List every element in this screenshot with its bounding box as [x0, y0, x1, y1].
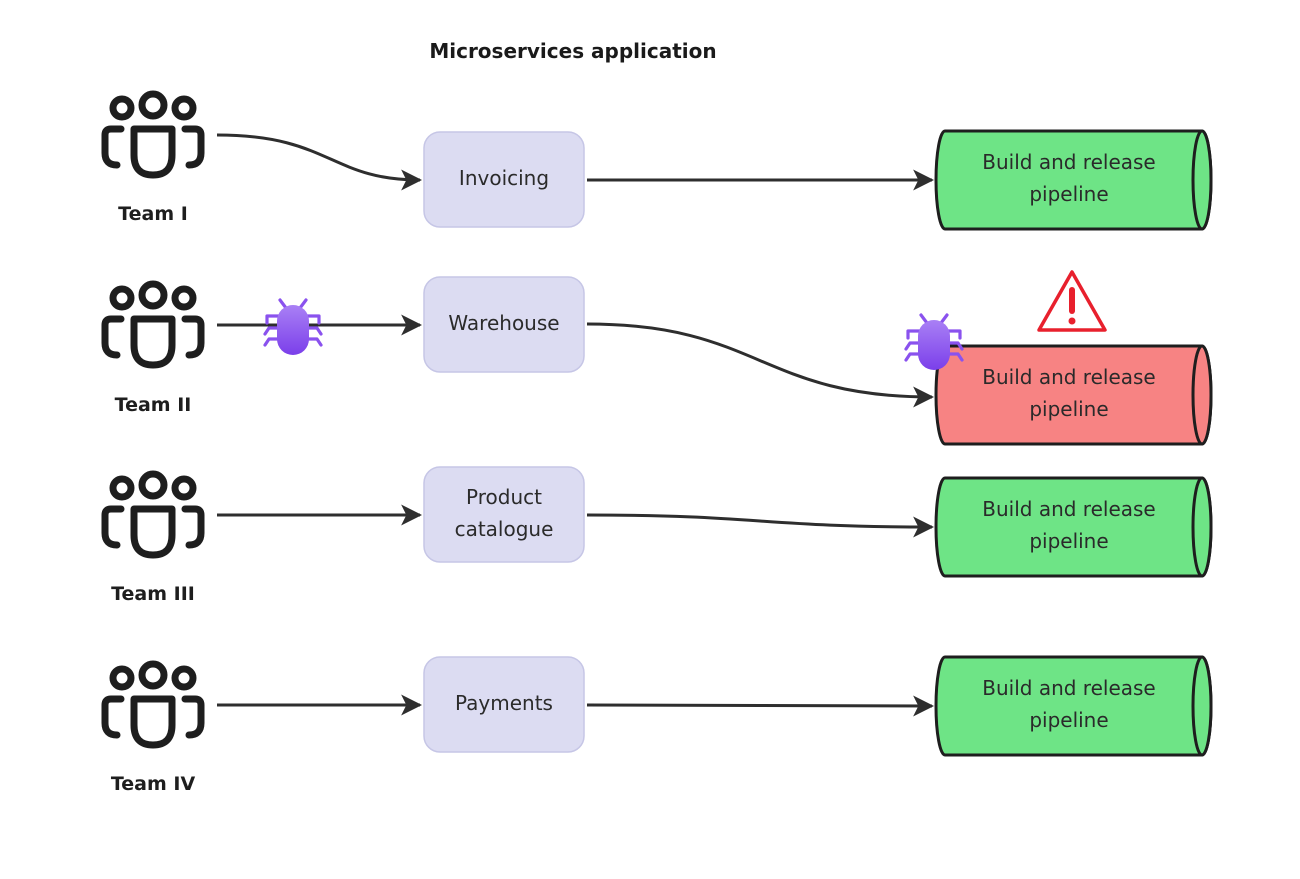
team-body-center: [130, 695, 176, 749]
team-body-center: [130, 315, 176, 369]
pipeline-label-line: pipeline: [1029, 182, 1108, 206]
team-body-center: [130, 125, 176, 179]
service-to-pipeline-connector[interactable]: [586, 695, 935, 717]
team-body-left: [101, 125, 125, 169]
pipeline-label-line: Build and release: [982, 365, 1155, 389]
service-label-line: Payments: [455, 691, 553, 715]
pipeline-cylinder-end: [1191, 344, 1213, 446]
service-label: Payments: [455, 691, 553, 715]
team-body-left: [101, 315, 125, 359]
service-node[interactable]: Product catalogue: [423, 466, 585, 563]
service-node[interactable]: Payments: [423, 656, 585, 753]
team-node[interactable]: Team I: [101, 90, 205, 225]
service-label: Invoicing: [459, 166, 549, 190]
team-head-center: [138, 90, 168, 120]
team-head-right: [171, 475, 197, 501]
bug-body: [277, 305, 309, 355]
diagram-title: Microservices application: [429, 39, 716, 63]
service-box[interactable]: [423, 466, 585, 563]
service-node[interactable]: Invoicing: [423, 131, 585, 228]
pipeline-cylinder-end: [1191, 129, 1213, 231]
service-node[interactable]: Warehouse: [423, 276, 585, 373]
team-label: Team II: [115, 394, 192, 416]
diagram-canvas: Microservices application Team I Invoicin…: [101, 39, 1213, 795]
team-head-center: [138, 660, 168, 690]
team-people-icon: [101, 90, 205, 179]
team-head-left: [109, 95, 135, 121]
team-node[interactable]: Team III: [101, 470, 205, 605]
service-to-pipeline-connector[interactable]: [586, 513, 935, 538]
pipeline-cylinder-end: [1191, 655, 1213, 757]
pipeline-node[interactable]: Build and release pipeline: [934, 655, 1213, 757]
pipeline-cylinder[interactable]: [934, 344, 1213, 446]
team-label: Team IV: [111, 773, 196, 795]
pipeline-cylinder[interactable]: [934, 655, 1213, 757]
service-to-pipeline-connector[interactable]: [586, 322, 935, 408]
bug-leg: [263, 337, 281, 347]
pipeline-label-line: pipeline: [1029, 708, 1108, 732]
team-body-right: [181, 315, 205, 359]
team-head-center: [138, 470, 168, 500]
team-people-icon: [101, 470, 205, 559]
team-head-right: [171, 285, 197, 311]
pipeline-cylinder-end: [1191, 476, 1213, 578]
team-node[interactable]: Team II: [101, 280, 205, 416]
team-people-icon: [101, 280, 205, 369]
pipeline-label-line: pipeline: [1029, 529, 1108, 553]
warning-exclamation-bar: [1069, 287, 1075, 314]
service-label-line: Invoicing: [459, 166, 549, 190]
pipeline-cylinder[interactable]: [934, 129, 1213, 231]
service-label-line: catalogue: [455, 517, 554, 541]
bug-antenna-right: [298, 298, 308, 310]
team-head-center: [138, 280, 168, 310]
pipeline-node[interactable]: Build and release pipeline: [934, 344, 1213, 446]
team-body-right: [181, 695, 205, 739]
bug-leg: [904, 352, 922, 362]
team-body-center: [130, 505, 176, 559]
diagram-row: Team IV Payments Build and release pipeline: [101, 655, 1213, 795]
service-label-line: Product: [466, 485, 542, 509]
diagram-row: Team III Product catalogue Build and releas…: [101, 466, 1213, 605]
team-people-icon: [101, 660, 205, 749]
pipeline-label-line: Build and release: [982, 150, 1155, 174]
pipeline-label-line: pipeline: [1029, 397, 1108, 421]
team-head-left: [109, 285, 135, 311]
bug-leg: [904, 341, 922, 351]
pipeline-node[interactable]: Build and release pipeline: [934, 476, 1213, 578]
team-body-left: [101, 695, 125, 739]
team-label: Team III: [111, 583, 195, 605]
bug-leg: [263, 326, 281, 336]
bug-leg: [305, 337, 323, 347]
team-node[interactable]: Team IV: [101, 660, 205, 795]
pipeline-node[interactable]: Build and release pipeline: [934, 129, 1213, 231]
bug-antenna-left: [919, 313, 929, 325]
rows-layer: Team I Invoicing Build and release pipeline…: [101, 90, 1213, 795]
warning-triangle-icon: [1037, 270, 1107, 332]
team-head-left: [109, 475, 135, 501]
bug-leg: [305, 326, 323, 336]
team-head-right: [171, 95, 197, 121]
bug-icon: [263, 298, 323, 355]
diagram-row: Team II Warehouse Build and release pipelin…: [101, 270, 1213, 446]
team-head-right: [171, 665, 197, 691]
warning-exclamation-dot: [1068, 317, 1076, 325]
bug-body: [918, 320, 950, 370]
team-head-left: [109, 665, 135, 691]
service-label-line: Warehouse: [448, 311, 559, 335]
team-body-left: [101, 505, 125, 549]
team-body-right: [181, 125, 205, 169]
bug-antenna-left: [278, 298, 288, 310]
service-label: Warehouse: [448, 311, 559, 335]
team-body-right: [181, 505, 205, 549]
team-to-service-connector[interactable]: [216, 133, 423, 191]
pipeline-label-line: Build and release: [982, 676, 1155, 700]
bug-antenna-right: [939, 313, 949, 325]
team-label: Team I: [118, 203, 188, 225]
pipeline-cylinder[interactable]: [934, 476, 1213, 578]
pipeline-label-line: Build and release: [982, 497, 1155, 521]
diagram-row: Team I Invoicing Build and release pipeline: [101, 90, 1213, 231]
